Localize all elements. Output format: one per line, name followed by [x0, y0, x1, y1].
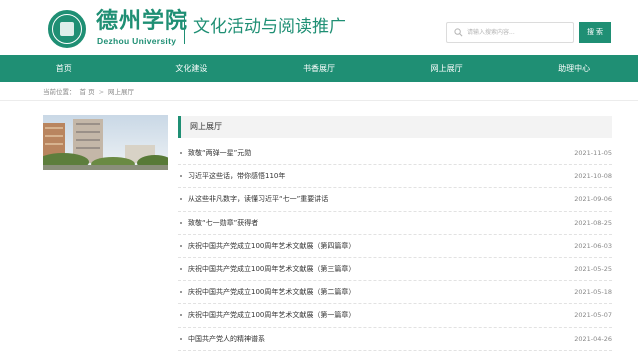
bullet-dot — [180, 221, 182, 224]
site-title: 文化活动与阅读推广 — [193, 17, 346, 37]
university-seal-logo[interactable] — [48, 10, 86, 48]
news-title[interactable]: 庆祝中国共产党成立100周年艺术文献展（第三篇章） — [188, 258, 355, 280]
news-list: 致敬“两弹一星”元勋 2021-11-05 习近平这些话，带你感悟110年 20… — [178, 142, 612, 351]
panel-header: 网上展厅 — [178, 116, 612, 138]
news-date: 2021-05-25 — [574, 264, 612, 273]
news-item[interactable]: 庆祝中国共产党成立100周年艺术文献展（第二篇章） 2021-05-18 — [178, 281, 612, 305]
news-item[interactable]: 庆祝中国共产党成立100周年艺术文献展（第三篇章） 2021-05-25 — [178, 258, 612, 282]
breadcrumb-home-link[interactable]: 首 页 — [80, 88, 95, 96]
news-date: 2021-10-08 — [574, 172, 612, 181]
bullet-dot — [180, 198, 182, 201]
page: 德州学院 Dezhou University 文化活动与阅读推广 搜 索 首页 … — [0, 0, 638, 351]
news-title[interactable]: 庆祝中国共产党成立100周年艺术文献展（第四篇章） — [188, 235, 355, 257]
main-nav: 首页 文化建设 书香展厅 网上展厅 助理中心 — [0, 55, 638, 82]
news-date: 2021-04-26 — [574, 334, 612, 343]
news-title[interactable]: 庆祝中国共产党成立100周年艺术文献展（第二篇章） — [188, 281, 355, 303]
seal-ring — [52, 14, 82, 44]
breadcrumb-separator: > — [98, 88, 105, 96]
news-date: 2021-11-05 — [574, 149, 612, 157]
news-date: 2021-05-07 — [574, 311, 612, 320]
search-icon — [454, 28, 463, 37]
logo-english-name: Dezhou University — [97, 36, 177, 46]
news-item[interactable]: 庆祝中国共产党成立100周年艺术文献展（第一篇章） 2021-05-07 — [178, 304, 612, 328]
bullet-dot — [180, 152, 182, 154]
bullet-dot — [180, 314, 182, 317]
news-item[interactable]: 致敬“七一勋章”获得者 2021-08-25 — [178, 212, 612, 235]
campus-photo — [43, 115, 168, 170]
seal-core — [60, 22, 74, 36]
news-title[interactable]: 致敬“七一勋章”获得者 — [188, 212, 258, 234]
news-title[interactable]: 习近平这些话，带你感悟110年 — [188, 165, 285, 187]
nav-item-assistant-center[interactable]: 助理中心 — [510, 55, 638, 82]
breadcrumb: 当前位置： 首 页 > 网上展厅 — [43, 87, 138, 97]
news-date: 2021-06-03 — [574, 241, 612, 250]
search-button[interactable]: 搜 索 — [579, 22, 611, 43]
news-title[interactable]: 庆祝中国共产党成立100周年艺术文献展（第一篇章） — [188, 304, 355, 326]
news-date: 2021-08-25 — [574, 218, 612, 227]
news-title[interactable]: 致敬“两弹一星”元勋 — [188, 142, 251, 164]
bullet-dot — [180, 337, 182, 340]
news-title[interactable]: 从这些非凡数字，读懂习近平“七一”重要讲话 — [188, 188, 328, 210]
breadcrumb-current: 网上展厅 — [108, 88, 135, 96]
news-title[interactable]: 中国共产党人的精神谱系 — [188, 328, 265, 350]
logo-name: 德州学院 — [96, 8, 189, 34]
nav-item-culture[interactable]: 文化建设 — [128, 55, 256, 82]
news-item[interactable]: 致敬“两弹一星”元勋 2021-11-05 — [178, 142, 612, 166]
breadcrumb-divider — [0, 100, 638, 101]
bullet-dot — [180, 291, 182, 294]
bullet-dot — [180, 244, 182, 247]
header: 德州学院 Dezhou University 文化活动与阅读推广 搜 索 — [0, 0, 638, 55]
news-item[interactable]: 习近平这些话，带你感悟110年 2021-10-08 — [178, 165, 612, 189]
breadcrumb-prefix: 当前位置： — [43, 88, 76, 96]
panel-title: 网上展厅 — [190, 122, 222, 131]
news-date: 2021-09-06 — [574, 195, 612, 204]
bullet-dot — [180, 267, 182, 270]
search-input[interactable] — [467, 25, 571, 40]
nav-item-home[interactable]: 首页 — [0, 55, 128, 82]
logo-divider — [184, 14, 185, 44]
news-date: 2021-05-18 — [574, 288, 612, 297]
news-item[interactable]: 庆祝中国共产党成立100周年艺术文献展（第四篇章） 2021-06-03 — [178, 235, 612, 258]
search-box — [446, 22, 574, 43]
news-item[interactable]: 中国共产党人的精神谱系 2021-04-26 — [178, 328, 612, 351]
bullet-dot — [180, 175, 182, 178]
news-item[interactable]: 从这些非凡数字，读懂习近平“七一”重要讲话 2021-09-06 — [178, 188, 612, 212]
nav-item-book-hall[interactable]: 书香展厅 — [255, 55, 383, 82]
nav-item-online-hall[interactable]: 网上展厅 — [383, 55, 511, 82]
